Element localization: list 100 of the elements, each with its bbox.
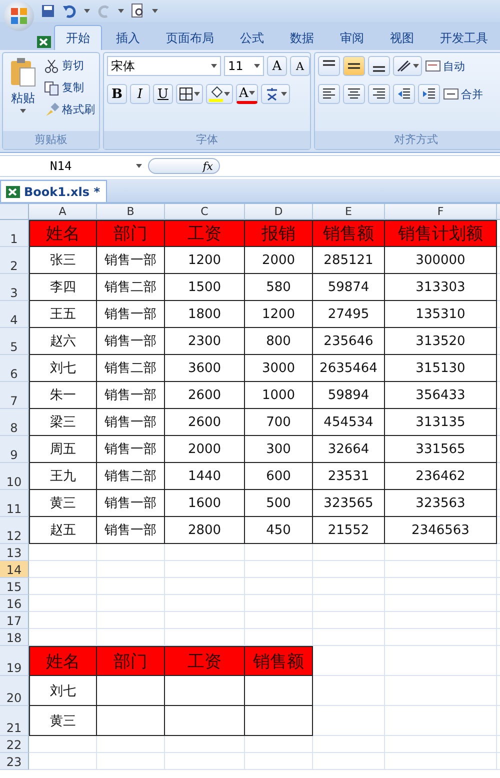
table-cell: 600	[245, 463, 313, 490]
column-header[interactable]: C	[165, 204, 245, 220]
column-header[interactable]: F	[385, 204, 497, 220]
row-header[interactable]: 23	[0, 753, 29, 770]
ribbon-tab[interactable]: 视图	[378, 25, 426, 50]
horizontal-align-button[interactable]	[343, 84, 365, 104]
font-size-field[interactable]: 11	[224, 56, 264, 76]
table-cell: 销售一部	[97, 328, 165, 355]
row-header[interactable]: 14	[0, 561, 29, 578]
ribbon-tab[interactable]: 插入	[104, 25, 152, 50]
row-header[interactable]: 3	[0, 274, 29, 301]
table-cell: 销售额	[313, 220, 385, 247]
insert-function-button[interactable]: fx	[148, 158, 220, 174]
grid-cell	[245, 736, 313, 753]
bold-button[interactable]: B	[107, 84, 127, 104]
vertical-align-button[interactable]	[318, 56, 340, 76]
row-header[interactable]: 9	[0, 436, 29, 463]
row-header[interactable]: 6	[0, 355, 29, 382]
row-header[interactable]: 5	[0, 328, 29, 355]
grid-cell	[313, 595, 385, 612]
grid-cell	[313, 646, 385, 676]
table-cell: 135310	[385, 301, 497, 328]
workbook-tab[interactable]: Book1.xls *	[0, 180, 107, 202]
table-cell: 236462	[385, 463, 497, 490]
grid-cell	[245, 561, 313, 578]
table-cell: 销售二部	[97, 355, 165, 382]
row-header[interactable]: 22	[0, 736, 29, 753]
grid-cell	[245, 753, 313, 770]
row-header[interactable]: 2	[0, 247, 29, 274]
grid-cell	[245, 612, 313, 629]
row-header[interactable]: 20	[0, 676, 29, 706]
table-cell: 356433	[385, 382, 497, 409]
row-header[interactable]: 15	[0, 578, 29, 595]
vertical-align-button[interactable]	[368, 56, 390, 76]
table-cell: 21552	[313, 517, 385, 544]
column-header[interactable]: B	[97, 204, 165, 220]
row-header[interactable]: 4	[0, 301, 29, 328]
shrink-font-button[interactable]: A	[290, 56, 310, 76]
clipboard-action[interactable]: 剪切	[44, 56, 95, 75]
ribbon-tab[interactable]: 开发工具	[428, 25, 500, 50]
ribbon-tab[interactable]: 公式	[228, 25, 276, 50]
clipboard-action[interactable]: 复制	[44, 78, 95, 97]
grow-font-button[interactable]: A	[267, 56, 287, 76]
table-cell: 王五	[29, 301, 97, 328]
row-header[interactable]: 10	[0, 463, 29, 490]
table-cell: 2000	[245, 247, 313, 274]
table-cell: 销售二部	[97, 463, 165, 490]
office-button[interactable]	[4, 1, 34, 31]
grid-cell	[313, 753, 385, 770]
table-cell: 2346563	[385, 517, 497, 544]
table-cell: 销售一部	[97, 436, 165, 463]
indent-button[interactable]	[418, 84, 440, 104]
ribbon-tab[interactable]: 审阅	[328, 25, 376, 50]
row-header[interactable]: 7	[0, 382, 29, 409]
grid-cell	[29, 753, 97, 770]
underline-button[interactable]: U	[153, 84, 173, 104]
row-header[interactable]: 11	[0, 490, 29, 517]
align-icon	[372, 88, 386, 100]
row-header[interactable]: 21	[0, 706, 29, 736]
row-header[interactable]: 19	[0, 646, 29, 676]
table-cell: 500	[245, 490, 313, 517]
row-header[interactable]: 13	[0, 544, 29, 561]
indent-button[interactable]	[393, 84, 415, 104]
table-cell: 454534	[313, 409, 385, 436]
vertical-align-button[interactable]	[343, 56, 365, 76]
font-name-field[interactable]: 宋体	[107, 56, 221, 76]
row-header[interactable]: 17	[0, 612, 29, 629]
border-icon	[179, 87, 193, 101]
row-header[interactable]: 8	[0, 409, 29, 436]
ribbon-tab[interactable]: 开始	[54, 25, 102, 50]
fill-color-button[interactable]	[206, 84, 233, 104]
column-header[interactable]: A	[29, 204, 97, 220]
paste-button[interactable]: 粘贴	[6, 56, 40, 128]
row-header[interactable]: 1	[0, 220, 29, 247]
caret-icon	[249, 91, 256, 95]
wrap-text-button[interactable]: 自动	[425, 56, 465, 76]
italic-button[interactable]: I	[130, 84, 150, 104]
horizontal-align-button[interactable]	[368, 84, 390, 104]
row-header[interactable]: 18	[0, 629, 29, 646]
align-icon	[323, 60, 335, 66]
brush-icon	[44, 102, 60, 118]
clipboard-action[interactable]: 格式刷	[44, 100, 95, 119]
ribbon-tab[interactable]: 数据	[278, 25, 326, 50]
phonetic-button[interactable]	[261, 84, 290, 104]
ribbon-tab[interactable]: 页面布局	[154, 25, 226, 50]
orientation-button[interactable]	[393, 56, 422, 76]
name-box[interactable]: N14	[0, 157, 148, 175]
column-header[interactable]: D	[245, 204, 313, 220]
table-cell: 工资	[165, 220, 245, 247]
merge-button[interactable]: 合并	[443, 84, 483, 104]
table-cell: 450	[245, 517, 313, 544]
row-header[interactable]: 16	[0, 595, 29, 612]
row-header[interactable]: 12	[0, 517, 29, 544]
table-cell: 2600	[165, 409, 245, 436]
border-button[interactable]	[176, 84, 203, 104]
column-header[interactable]: E	[313, 204, 385, 220]
font-color-button[interactable]: A	[236, 84, 258, 104]
table-cell: 工资	[165, 646, 245, 676]
horizontal-align-button[interactable]	[318, 84, 340, 104]
table-cell: 315130	[385, 355, 497, 382]
